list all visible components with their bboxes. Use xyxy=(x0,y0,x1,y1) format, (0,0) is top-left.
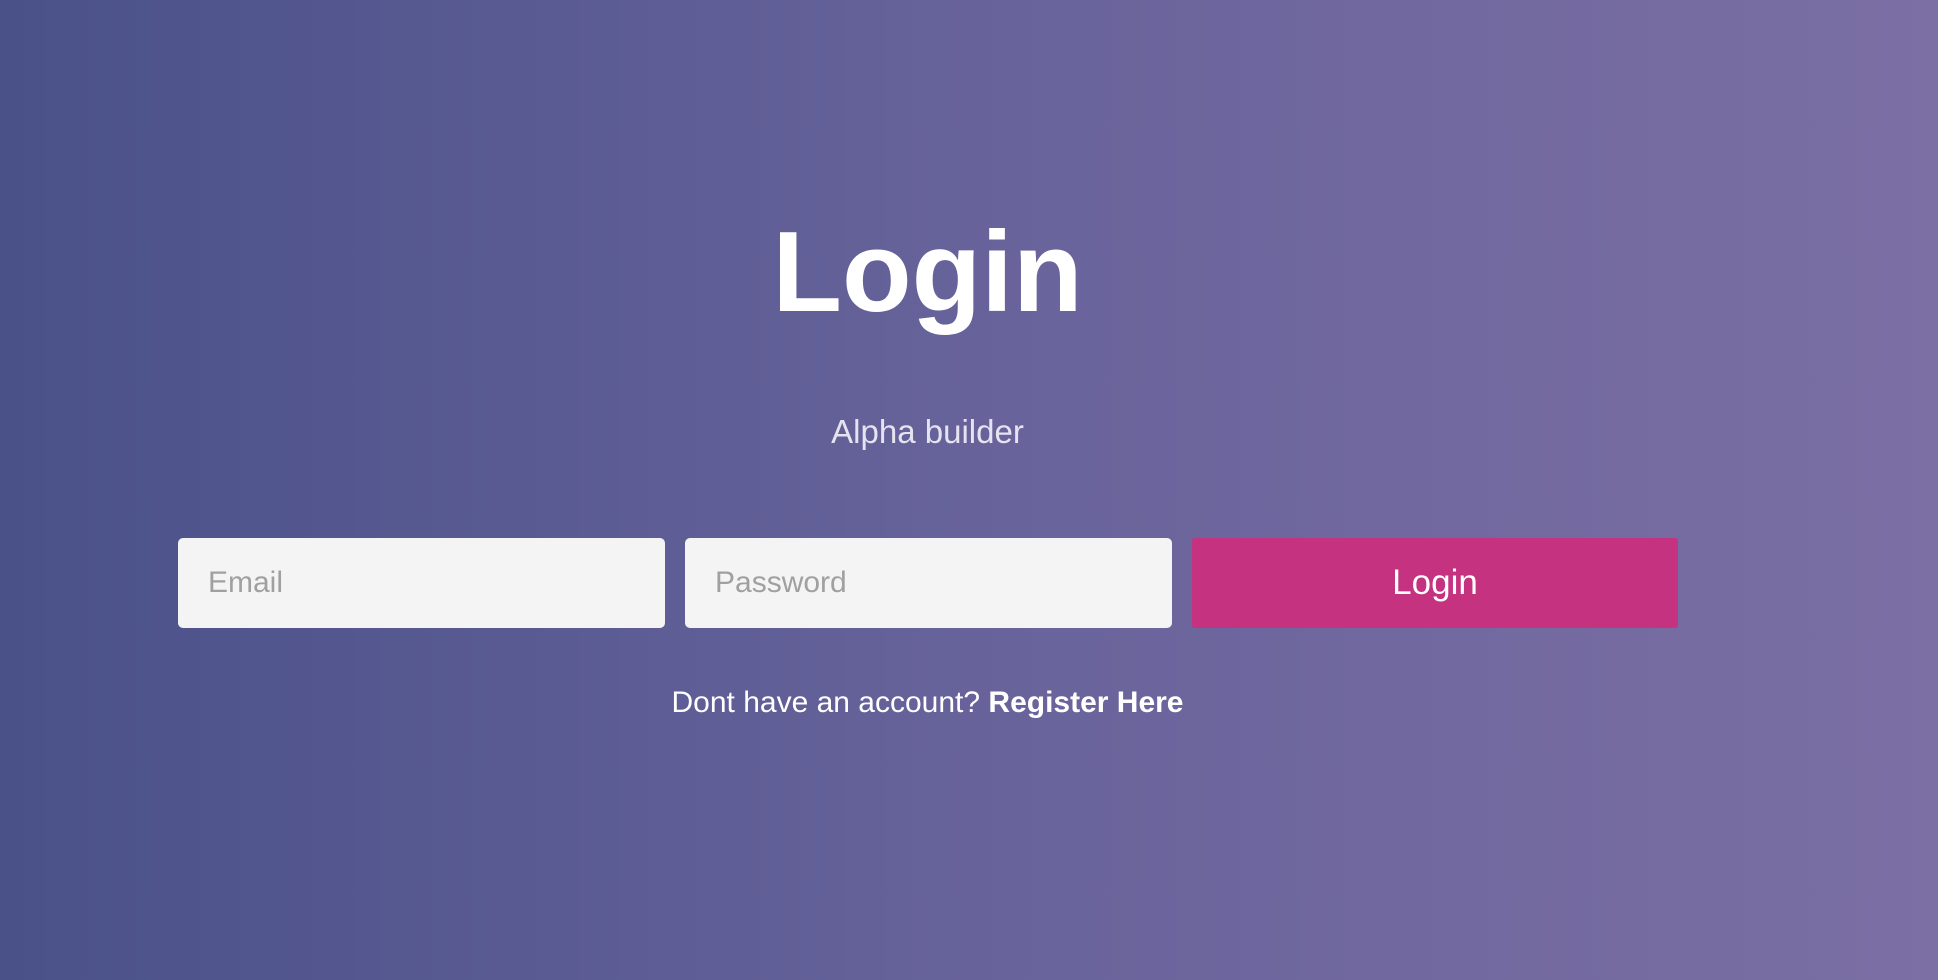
register-prompt-line: Dont have an account? Register Here xyxy=(0,683,1855,723)
page-subtitle: Alpha builder xyxy=(831,413,1024,450)
login-form: Login xyxy=(178,538,1678,628)
password-input[interactable] xyxy=(685,538,1172,628)
page-title: Login xyxy=(772,209,1083,336)
login-page: Login Alpha builder Login Dont have an a… xyxy=(0,0,1938,980)
register-prompt-text: Dont have an account? xyxy=(671,686,981,719)
email-input[interactable] xyxy=(178,538,665,628)
register-link[interactable]: Register Here xyxy=(988,686,1183,719)
login-button[interactable]: Login xyxy=(1192,538,1678,628)
